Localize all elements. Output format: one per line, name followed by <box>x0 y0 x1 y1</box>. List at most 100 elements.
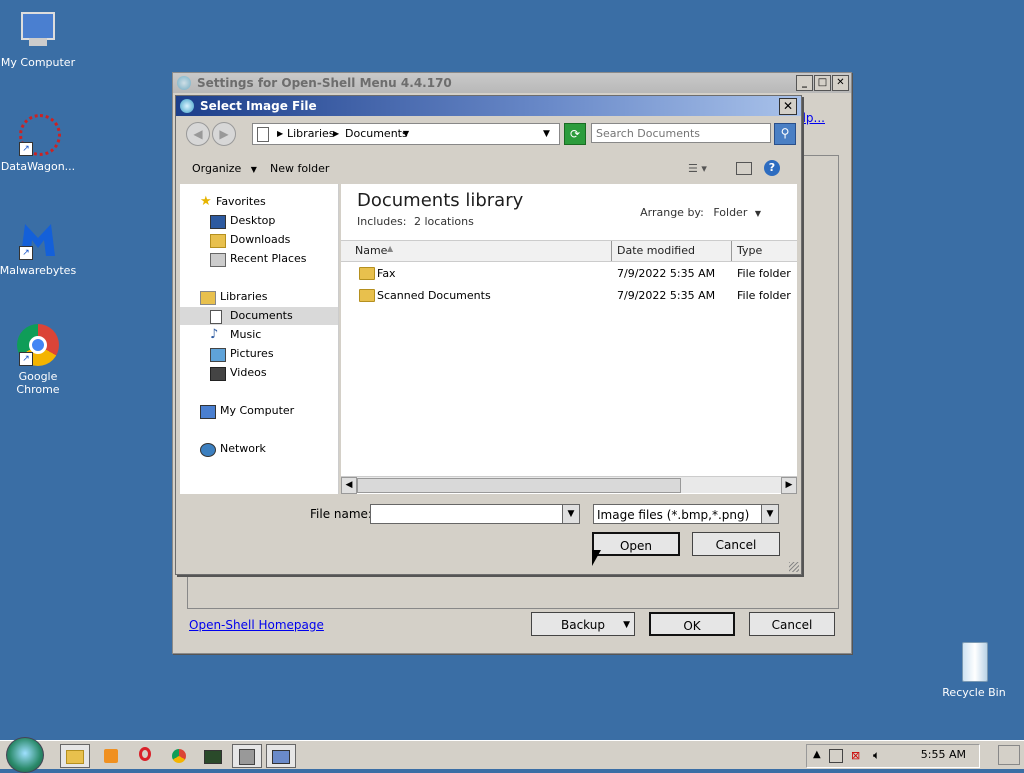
open-button[interactable]: Open <box>592 532 680 556</box>
nav-libraries[interactable]: Libraries <box>180 288 338 306</box>
close-button[interactable]: ✕ <box>832 75 849 91</box>
breadcrumb-documents[interactable]: Documents <box>345 124 408 144</box>
folder-icon <box>66 750 84 764</box>
nav-downloads[interactable]: Downloads <box>180 231 338 249</box>
taskbar-opera[interactable] <box>130 744 160 768</box>
nav-recent-places[interactable]: Recent Places <box>180 250 338 268</box>
dialog-title: Select Image File <box>200 99 317 113</box>
navigation-pane: ★ Favorites Desktop Downloads Recent Pla… <box>180 184 339 494</box>
refresh-button[interactable]: ⟳ <box>564 123 586 145</box>
ok-button[interactable]: OK <box>649 612 735 636</box>
shortcut-arrow-icon: ↗ <box>19 352 33 366</box>
desktop-icon-my-computer[interactable]: My Computer <box>0 8 78 69</box>
maximize-button[interactable]: □ <box>814 75 831 91</box>
media-player-icon <box>104 749 118 763</box>
organize-button[interactable]: Organize ▼ <box>192 162 257 175</box>
computer-icon <box>15 8 61 54</box>
backup-button[interactable]: Backup ▼ <box>531 612 635 636</box>
taskbar-settings[interactable] <box>232 744 262 768</box>
nav-label: My Computer <box>220 404 295 417</box>
desktop-icon-label: Recycle Bin <box>942 686 1006 699</box>
minimize-button[interactable]: _ <box>796 75 813 91</box>
desktop-icon-google-chrome[interactable]: ↗ Google Chrome <box>0 322 78 396</box>
library-title: Documents library <box>357 190 524 211</box>
address-history-dropdown[interactable]: ▼ <box>543 124 550 144</box>
document-icon <box>257 127 269 142</box>
new-folder-button[interactable]: New folder <box>270 162 329 175</box>
taskbar-media-player[interactable] <box>96 744 126 768</box>
nav-label: Favorites <box>216 195 266 208</box>
security-alert-icon[interactable]: ⊠ <box>851 749 860 762</box>
address-bar[interactable]: ▶ Libraries ▶ Documents ▼ ▼ <box>252 123 560 145</box>
taskbar-terminal[interactable] <box>198 744 228 768</box>
library-includes: Includes: 2 locations <box>357 215 474 228</box>
desktop-icon-malwarebytes[interactable]: ↗ Malwarebytes <box>0 216 78 277</box>
view-options-icon[interactable]: ☰ ▾ <box>688 162 707 175</box>
arrange-dropdown[interactable]: Folder ▼ <box>713 206 761 219</box>
nav-label: Music <box>230 328 262 341</box>
column-header-name[interactable]: Name <box>355 244 387 257</box>
scroll-right-icon[interactable]: ▶ <box>781 477 797 494</box>
file-name-label: File name: <box>310 507 372 521</box>
dialog-cancel-button[interactable]: Cancel <box>692 532 780 556</box>
cancel-button[interactable]: Cancel <box>749 612 835 636</box>
volume-icon[interactable]: 🔈︎ <box>873 748 880 763</box>
settings-titlebar[interactable]: Settings for Open-Shell Menu 4.4.170 _ □… <box>173 73 851 93</box>
file-name: Fax <box>377 267 396 280</box>
file-type: File folder <box>737 289 791 302</box>
search-icon[interactable]: ⚲ <box>774 123 796 145</box>
desktop-icon-datawagon[interactable]: ↗ DataWagon... <box>0 112 78 173</box>
horizontal-scrollbar[interactable]: ◀ ▶ <box>341 476 797 494</box>
forward-button[interactable]: ▶ <box>212 122 236 146</box>
datawagon-icon: ↗ <box>15 112 61 158</box>
taskbar-clock[interactable]: 5:55 AM <box>921 748 966 761</box>
resize-grip-icon[interactable] <box>789 562 799 572</box>
chevron-down-icon[interactable]: ▼ <box>761 505 778 523</box>
nav-pictures[interactable]: Pictures <box>180 345 338 363</box>
file-list-pane: Documents library Includes: 2 locations … <box>341 184 797 494</box>
file-row-scanned-documents[interactable]: Scanned Documents 7/9/2022 5:35 AM File … <box>341 286 797 306</box>
file-type-filter[interactable]: Image files (*.bmp,*.png) ▼ <box>593 504 779 524</box>
dialog-titlebar[interactable]: Select Image File ✕ <box>176 96 801 116</box>
desktop-icon-recycle-bin[interactable]: Recycle Bin <box>934 638 1014 699</box>
file-date: 7/9/2022 5:35 AM <box>617 267 716 280</box>
back-button[interactable]: ◀ <box>186 122 210 146</box>
taskbar-explorer[interactable] <box>60 744 90 768</box>
nav-label: Libraries <box>220 290 268 303</box>
breadcrumb-libraries[interactable]: Libraries <box>287 124 335 144</box>
includes-locations-link[interactable]: 2 locations <box>414 215 474 228</box>
chrome-icon <box>172 749 186 763</box>
taskbar: ▲ ⊠ 🔈︎ 5:55 AM <box>0 737 1024 773</box>
scroll-left-icon[interactable]: ◀ <box>341 477 357 494</box>
nav-videos[interactable]: Videos <box>180 364 338 382</box>
nav-desktop[interactable]: Desktop <box>180 212 338 230</box>
arrange-label: Arrange by: <box>640 206 704 219</box>
file-row-fax[interactable]: Fax 7/9/2022 5:35 AM File folder <box>341 264 797 284</box>
file-type: File folder <box>737 267 791 280</box>
column-header-type[interactable]: Type <box>737 244 762 257</box>
desktop-icon-label: My Computer <box>0 56 76 69</box>
column-header-date[interactable]: Date modified <box>617 244 695 257</box>
nav-documents[interactable]: Documents <box>180 307 338 325</box>
search-input[interactable] <box>591 123 771 143</box>
taskbar-dialog[interactable] <box>266 744 296 768</box>
dialog-close-button[interactable]: ✕ <box>779 98 797 115</box>
chevron-down-icon[interactable]: ▼ <box>562 505 579 523</box>
scrollbar-thumb[interactable] <box>357 478 681 493</box>
show-desktop-button[interactable] <box>998 745 1020 765</box>
chevron-down-icon[interactable]: ▼ <box>403 124 409 144</box>
nav-network[interactable]: Network <box>180 440 338 458</box>
show-hidden-icons-icon[interactable]: ▲ <box>813 749 821 760</box>
help-icon[interactable]: ? <box>764 160 780 176</box>
network-tray-icon[interactable] <box>829 749 843 763</box>
homepage-link[interactable]: Open-Shell Homepage <box>189 618 324 632</box>
taskbar-chrome[interactable] <box>164 744 194 768</box>
desktop-icon <box>210 215 226 229</box>
nav-my-computer[interactable]: My Computer <box>180 402 338 420</box>
file-name-input[interactable]: ▼ <box>370 504 580 524</box>
nav-favorites[interactable]: ★ Favorites <box>180 193 338 211</box>
network-icon <box>200 443 216 457</box>
command-toolbar: Organize ▼ New folder ☰ ▾ ? <box>180 154 796 182</box>
preview-pane-icon[interactable] <box>736 162 752 175</box>
nav-music[interactable]: ♪ Music <box>180 326 338 344</box>
